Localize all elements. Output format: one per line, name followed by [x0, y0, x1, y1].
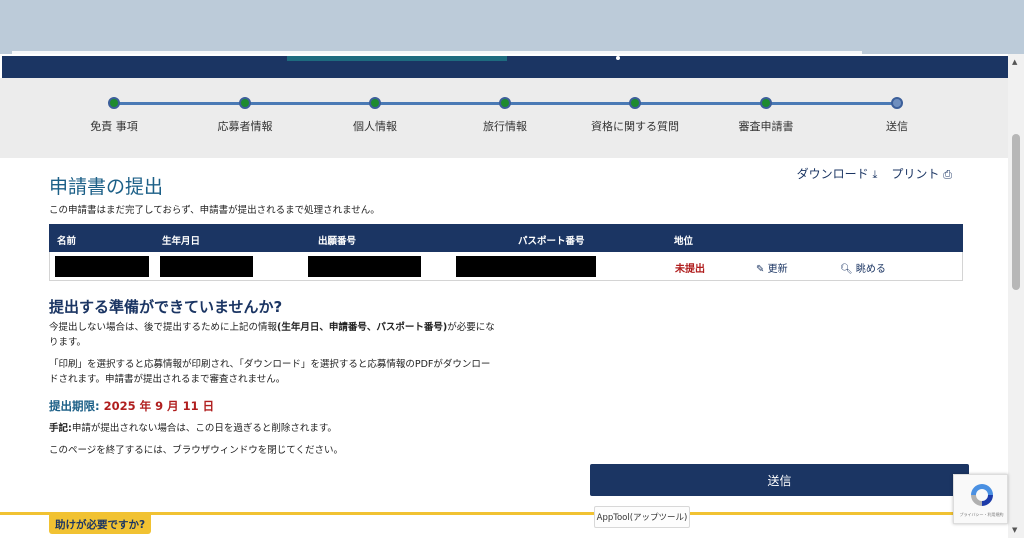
submit-button[interactable]: 送信 — [590, 464, 969, 496]
browser-top-frame — [0, 0, 1024, 54]
deletion-note: 手記:申請が提出されない場合は、この日を過ぎると削除されます。 — [49, 420, 337, 434]
step-dot-5[interactable] — [629, 97, 641, 109]
deadline-label: 提出期限: — [49, 399, 100, 413]
scrollbar-thumb[interactable] — [1012, 134, 1020, 290]
scroll-up-icon[interactable]: ▲ — [1012, 58, 1017, 66]
table-row: 未提出 ✎ 更新 🔍︎ 眺める — [49, 252, 963, 281]
print-icon: ⎙ — [943, 168, 952, 181]
step-label-personal[interactable]: 個人情報 — [315, 118, 435, 134]
info-paragraph: 今提出しない場合は、後で提出するために上記の情報(生年月日、申請番号、パスポート… — [49, 320, 499, 350]
step-dot-6[interactable] — [760, 97, 772, 109]
deadline-value: 2025 年 9 月 11 日 — [103, 399, 215, 413]
page-title: 申請書の提出 — [49, 176, 164, 198]
step-dot-2[interactable] — [239, 97, 251, 109]
info-text-a: 今提出しない場合は、後で提出するために上記の情報 — [49, 322, 278, 333]
step-dot-3[interactable] — [369, 97, 381, 109]
site-navbar — [2, 56, 1008, 78]
step-label-applicant[interactable]: 応募者情報 — [185, 118, 305, 134]
download-label: ダウンロード — [796, 167, 869, 181]
step-dot-4[interactable] — [499, 97, 511, 109]
page-viewport: 免責 事項 応募者情報 個人情報 旅行情報 資格に関する質問 審査申請書 送信 … — [0, 54, 1008, 538]
print-download-paragraph: 「印刷」を選択すると応募情報が印刷され、「ダウンロード」を選択すると応募情報のP… — [49, 359, 491, 385]
pencil-icon: ✎ — [756, 264, 765, 275]
exit-instructions: このページを終了するには、ブラウザウィンドウを閉じてください。 — [49, 445, 344, 456]
applications-table-header: 名前 生年月日 出願番号 パスポート番号 地位 — [49, 224, 963, 252]
not-ready-heading: 提出する準備ができていませんか? — [49, 298, 283, 316]
step-label-submit: 送信 — [886, 120, 908, 133]
deadline: 提出期限: 2025 年 9 月 11 日 — [49, 398, 214, 414]
search-icon: 🔍︎ — [840, 264, 853, 275]
vertical-scrollbar[interactable]: ▲ ▼ — [1008, 54, 1024, 538]
note-text: 申請が提出されない場合は、この日を過ぎると削除されます。 — [71, 423, 337, 434]
print-label: プリント — [891, 167, 940, 181]
download-icon: ⤓ — [872, 168, 878, 181]
print-link[interactable]: プリント ⎙ — [891, 165, 952, 182]
info-text-bold: (生年月日、申請番号、パスポート番号) — [277, 322, 448, 333]
apptool-tooltip: AppTool(アップツール) — [594, 506, 690, 528]
help-divider — [0, 512, 1008, 515]
step-dot-1[interactable] — [108, 97, 120, 109]
recaptcha-icon — [971, 484, 993, 506]
header-passport-number: パスポート番号 — [518, 236, 585, 247]
redacted-name — [55, 256, 149, 277]
status-badge: 未提出 — [675, 264, 705, 275]
view-link[interactable]: 🔍︎ 眺める — [840, 260, 886, 275]
scroll-down-icon[interactable]: ▼ — [1012, 526, 1017, 534]
header-application-number: 出願番号 — [318, 236, 357, 247]
edit-label: 更新 — [767, 264, 788, 275]
download-link[interactable]: ダウンロード ⤓ — [797, 165, 878, 182]
redacted-dob — [160, 256, 253, 277]
page-actions: ダウンロード ⤓ プリント ⎙ — [797, 165, 952, 182]
step-dot-7 — [891, 97, 903, 109]
header-status: 地位 — [674, 236, 694, 247]
recaptcha-privacy-text: プライバシー・利用規約 — [959, 512, 1004, 517]
help-tab[interactable]: 助けが必要ですか? — [49, 514, 152, 534]
view-label: 眺める — [855, 264, 886, 275]
redacted-passport-number — [456, 256, 596, 277]
note-label: 手記: — [49, 423, 72, 434]
navbar-dot — [616, 56, 620, 60]
header-dob: 生年月日 — [162, 236, 201, 247]
edit-link[interactable]: ✎ 更新 — [756, 260, 788, 275]
redacted-application-number — [308, 256, 421, 277]
step-label-review[interactable]: 審査申請書 — [706, 118, 826, 134]
step-label-travel[interactable]: 旅行情報 — [445, 118, 565, 134]
navbar-accent — [287, 56, 507, 61]
progress-steps: 免責 事項 応募者情報 個人情報 旅行情報 資格に関する質問 審査申請書 送信 — [0, 78, 1008, 158]
recaptcha-badge[interactable]: プライバシー・利用規約 — [953, 474, 1008, 524]
header-name: 名前 — [57, 236, 77, 247]
intro-text: この申請書はまだ完了しておらず、申請書が提出されるまで処理されません。 — [49, 205, 380, 216]
step-label-disclaimer[interactable]: 免責 事項 — [54, 118, 174, 134]
step-label-eligibility[interactable]: 資格に関する質問 — [575, 118, 695, 134]
